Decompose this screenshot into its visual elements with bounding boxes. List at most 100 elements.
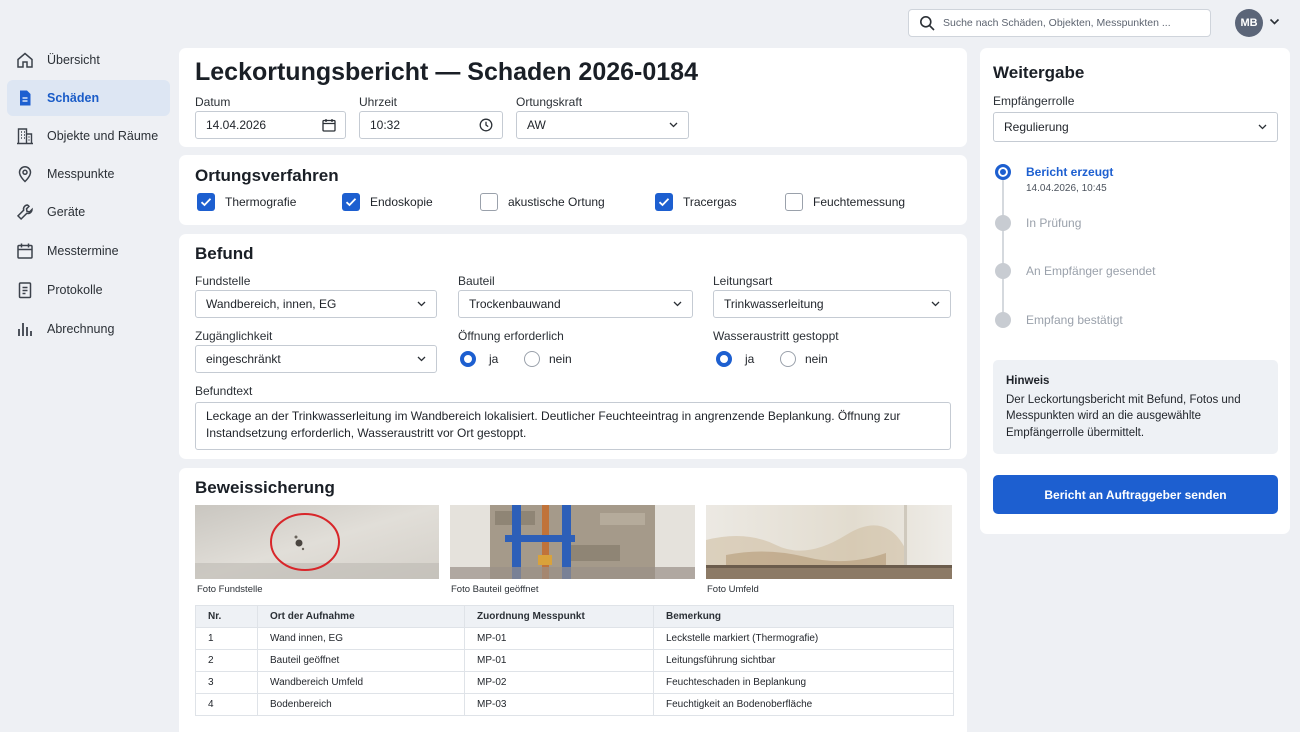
pipe-select[interactable]: Trinkwasserleitung: [713, 290, 951, 318]
step-title: In Prüfung: [1026, 216, 1082, 230]
sidebar-item-schaeden[interactable]: Schäden: [7, 80, 170, 116]
method-label: akustische Ortung: [508, 195, 605, 209]
radio-selected[interactable]: [716, 351, 732, 367]
sidebar-item-messtermine[interactable]: Messtermine: [7, 233, 170, 269]
water-label: Wasseraustritt gestoppt: [713, 329, 839, 343]
page-title: Leckortungsbericht — Schaden 2026-0184: [195, 58, 698, 86]
method-thermografie[interactable]: Thermografie: [197, 193, 296, 211]
checkbox-checked[interactable]: [655, 193, 673, 211]
sidebar-item-label: Messpunkte: [47, 167, 115, 181]
photo-umfeld[interactable]: [706, 505, 952, 579]
chevron-down-icon[interactable]: [1269, 18, 1280, 26]
table-cell: MP-01: [464, 649, 654, 672]
hint-text: Der Leckortungsbericht mit Befund, Fotos…: [1006, 393, 1241, 439]
time-value: 10:32: [370, 118, 401, 132]
evidence-title: Beweissicherung: [195, 478, 335, 497]
time-field[interactable]: 10:32: [359, 111, 503, 139]
radio-label: nein: [549, 352, 572, 366]
finding-textarea[interactable]: Leckage an der Trinkwasserleitung im Wan…: [195, 402, 951, 450]
sidebar-item-abrechnung[interactable]: Abrechnung: [7, 311, 170, 347]
opening-label: Öffnung erforderlich: [458, 329, 564, 343]
table-row[interactable]: 2 Bauteil geöffnet MP-01 Leitungsführung…: [195, 649, 954, 672]
sidebar-item-label: Abrechnung: [47, 322, 115, 336]
avatar[interactable]: MB: [1235, 9, 1263, 37]
checkbox-unchecked[interactable]: [785, 193, 803, 211]
method-label: Endoskopie: [370, 195, 433, 209]
recipient-select[interactable]: Regulierung: [993, 112, 1278, 142]
technician-select[interactable]: AW: [516, 111, 689, 139]
methods-title: Ortungsverfahren: [195, 166, 339, 185]
calendar-icon[interactable]: [322, 118, 336, 132]
date-field[interactable]: 14.04.2026: [195, 111, 346, 139]
check-icon: [658, 198, 670, 207]
table-cell: 4: [195, 693, 258, 716]
method-label: Thermografie: [225, 195, 297, 209]
step-dot-active: [995, 164, 1011, 180]
method-feuchtemessung[interactable]: Feuchtemessung: [785, 193, 905, 211]
finding-title: Befund: [195, 244, 254, 263]
table-cell: Leckstelle markiert (Thermografie): [653, 627, 954, 650]
table-row[interactable]: 1 Wand innen, EG MP-01 Leckstelle markie…: [195, 627, 954, 650]
opening-radio-yes[interactable]: ja: [460, 351, 498, 367]
chevron-down-icon: [1258, 124, 1267, 130]
sidebar-item-label: Protokolle: [47, 283, 103, 297]
room-corner-photo-image: [706, 505, 952, 579]
search-input[interactable]: [943, 17, 1193, 29]
sidebar-item-geraete[interactable]: Geräte: [7, 194, 170, 230]
step-dot-pending: [995, 312, 1011, 328]
radio-selected[interactable]: [460, 351, 476, 367]
photo-bauteil[interactable]: [450, 505, 695, 579]
sidebar-item-protokolle[interactable]: Protokolle: [7, 272, 170, 308]
sidebar-item-label: Geräte: [47, 205, 86, 219]
table-row[interactable]: 4 Bodenbereich MP-03 Feuchtigkeit an Bod…: [195, 693, 954, 716]
method-endoskopie[interactable]: Endoskopie: [342, 193, 433, 211]
sidebar-item-uebersicht[interactable]: Übersicht: [7, 42, 170, 78]
send-report-button[interactable]: Bericht an Auftraggeber senden: [993, 475, 1278, 514]
date-value: 14.04.2026: [206, 118, 267, 132]
table-cell: MP-01: [464, 627, 654, 650]
table-row[interactable]: 3 Wandbereich Umfeld MP-02 Feuchteschade…: [195, 671, 954, 694]
opened-wall-photo-image: [450, 505, 695, 579]
sidebar-item-objekte[interactable]: Objekte und Räume: [7, 118, 170, 154]
method-tracergas[interactable]: Tracergas: [655, 193, 737, 211]
hint-title: Hinweis: [1006, 375, 1050, 387]
table-cell: MP-02: [464, 671, 654, 694]
location-label: Fundstelle: [195, 274, 251, 288]
radio-unselected[interactable]: [780, 351, 796, 367]
water-radio-no[interactable]: nein: [780, 351, 828, 367]
water-radio-yes[interactable]: ja: [716, 351, 754, 367]
table-header-row: Nr. Ort der Aufnahme Zuordnung Messpunkt…: [195, 605, 954, 628]
clipboard-icon: [18, 282, 32, 299]
sidebar-item-messpunkte[interactable]: Messpunkte: [7, 156, 170, 192]
photo-fundstelle[interactable]: [195, 505, 439, 579]
checkbox-checked[interactable]: [197, 193, 215, 211]
checkbox-checked[interactable]: [342, 193, 360, 211]
bar-chart-icon: [18, 323, 32, 336]
radio-label: nein: [805, 352, 828, 366]
step-title: An Empfänger gesendet: [1026, 264, 1156, 278]
step-subtitle: 14.04.2026, 10:45: [1026, 183, 1107, 194]
search-icon: [920, 16, 935, 31]
opening-radio-no[interactable]: nein: [524, 351, 572, 367]
checkbox-unchecked[interactable]: [480, 193, 498, 211]
check-icon: [200, 198, 212, 207]
table-cell: 3: [195, 671, 258, 694]
radio-unselected[interactable]: [524, 351, 540, 367]
step-title: Empfang bestätigt: [1026, 313, 1123, 327]
step-dot-pending: [995, 263, 1011, 279]
component-value: Trockenbauwand: [469, 297, 561, 311]
location-select[interactable]: Wandbereich, innen, EG: [195, 290, 437, 318]
method-label: Tracergas: [683, 195, 737, 209]
table-cell: 2: [195, 649, 258, 672]
wall-photo-image: [195, 505, 439, 579]
component-select[interactable]: Trockenbauwand: [458, 290, 693, 318]
method-akustisch[interactable]: akustische Ortung: [480, 193, 605, 211]
map-pin-icon: [18, 166, 32, 183]
step-dot-pending: [995, 215, 1011, 231]
global-search[interactable]: [908, 9, 1211, 37]
access-select[interactable]: eingeschränkt: [195, 345, 437, 373]
finding-text-label: Befundtext: [195, 384, 253, 398]
chevron-down-icon: [417, 356, 426, 362]
clock-icon[interactable]: [479, 118, 493, 132]
photo-caption: Foto Bauteil geöffnet: [451, 584, 539, 595]
